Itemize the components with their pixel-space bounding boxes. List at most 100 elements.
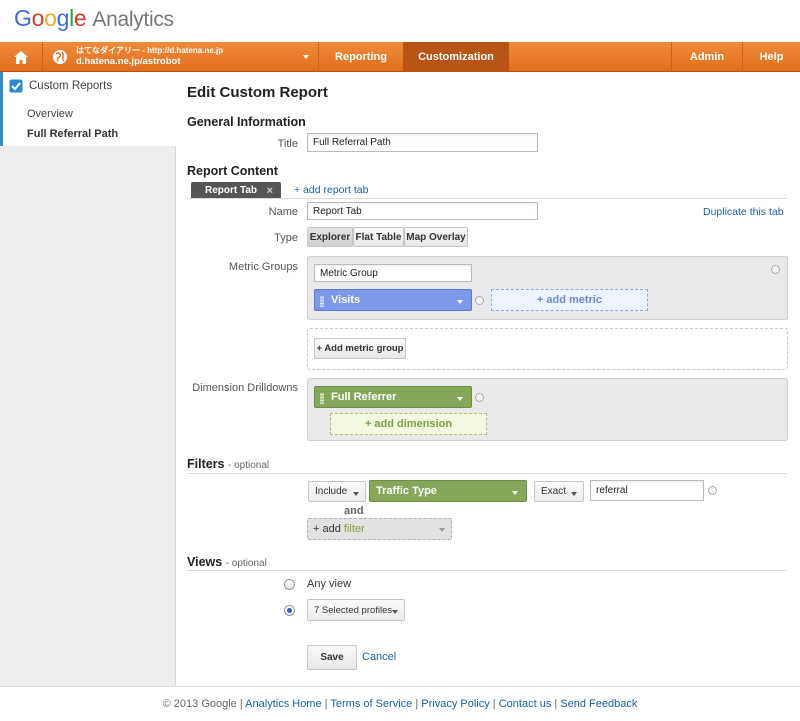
filter-dimension-chip[interactable]: Traffic Type — [369, 480, 527, 502]
footer-link-contact[interactable]: Contact us — [499, 698, 552, 710]
chevron-down-icon[interactable] — [512, 491, 518, 495]
drag-handle-icon[interactable] — [320, 393, 324, 404]
sidebar-item-full-referral-path[interactable]: Full Referral Path — [27, 128, 118, 140]
section-heading-general: General Information — [187, 115, 306, 129]
remove-metric-group-icon[interactable] — [771, 265, 780, 274]
metric-chip-visits[interactable]: Visits — [314, 289, 472, 311]
name-label: Name — [268, 206, 298, 218]
add-filter-prefix: + add — [313, 523, 344, 535]
save-button[interactable]: Save — [307, 645, 357, 670]
type-flat-table-button[interactable]: Flat Table — [353, 227, 404, 247]
chevron-down-icon — [439, 528, 445, 532]
dimension-chip-full-referrer[interactable]: Full Referrer — [314, 386, 472, 408]
views-title: Views — [187, 555, 223, 569]
logo-product-name: Analytics — [92, 8, 174, 31]
home-button[interactable] — [0, 42, 42, 72]
logo-letter: g — [56, 5, 70, 31]
dimension-drilldowns-label: Dimension Drilldowns — [192, 382, 298, 394]
remove-filter-icon[interactable] — [708, 486, 717, 495]
logo-letter: o — [44, 5, 57, 31]
filter-and-label: and — [344, 505, 364, 517]
metric-group-name-input[interactable]: Metric Group — [314, 264, 472, 282]
filter-value-input[interactable]: referral — [590, 480, 704, 501]
type-label: Type — [274, 232, 298, 244]
logo-letter: e — [73, 5, 87, 31]
globe-icon — [53, 50, 67, 64]
sidebar-section-custom-reports: Custom Reports Overview Full Referral Pa… — [0, 72, 176, 146]
account-property-name: はてなダイアリー - http://d.hatena.ne.jp — [76, 46, 224, 55]
sidebar-item-overview[interactable]: Overview — [27, 108, 73, 120]
footer-separator: | — [489, 698, 499, 710]
cancel-link[interactable]: Cancel — [362, 651, 396, 663]
footer-link-terms[interactable]: Terms of Service — [330, 698, 412, 710]
footer-link-analytics-home[interactable]: Analytics Home — [245, 698, 321, 710]
footer-copyright: © 2013 Google — [162, 698, 237, 710]
tab-help[interactable]: Help — [743, 42, 800, 72]
sidebar-title[interactable]: Custom Reports — [29, 80, 112, 92]
add-dimension-button[interactable]: + add dimension — [330, 413, 487, 435]
chevron-down-icon[interactable] — [303, 55, 309, 59]
metric-groups-label: Metric Groups — [228, 261, 298, 273]
filter-dimension-label: Traffic Type — [376, 485, 437, 497]
tab-reporting[interactable]: Reporting — [319, 42, 403, 72]
filter-include-select[interactable]: Include — [308, 481, 366, 502]
account-selector[interactable]: はてなダイアリー - http://d.hatena.ne.jp d.haten… — [76, 45, 223, 67]
divider — [187, 198, 787, 199]
footer-separator: | — [236, 698, 246, 710]
profiles-select-value: 7 Selected profiles — [314, 604, 393, 616]
type-map-overlay-button[interactable]: Map Overlay — [404, 227, 468, 247]
home-icon — [14, 50, 28, 64]
add-filter-word: filter — [343, 523, 365, 535]
title-input[interactable]: Full Referral Path — [307, 133, 538, 152]
footer-link-feedback[interactable]: Send Feedback — [560, 698, 637, 710]
footer-separator: | — [551, 698, 561, 710]
drag-handle-icon[interactable] — [320, 296, 324, 307]
any-view-label: Any view — [307, 578, 352, 590]
logo-letter: G — [14, 5, 32, 31]
section-heading-filters: Filters - optional — [187, 457, 269, 471]
footer: © 2013 Google | Analytics Home | Terms o… — [0, 686, 800, 721]
metric-chip-label: Visits — [331, 294, 361, 306]
custom-reports-icon — [9, 79, 23, 93]
filter-match-value: Exact — [541, 486, 567, 497]
add-filter-button[interactable]: + add filter — [307, 518, 452, 540]
remove-metric-icon[interactable] — [475, 296, 484, 305]
chevron-down-icon[interactable] — [457, 300, 463, 304]
title-label: Title — [277, 138, 298, 150]
tab-customization[interactable]: Customization — [403, 42, 509, 72]
type-explorer-button[interactable]: Explorer — [307, 227, 353, 247]
tab-admin[interactable]: Admin — [672, 42, 742, 72]
dimension-chip-label: Full Referrer — [331, 391, 397, 403]
selected-profiles-radio[interactable] — [284, 605, 295, 616]
footer-separator: | — [412, 698, 422, 710]
chevron-down-icon — [392, 610, 398, 614]
any-view-radio[interactable] — [284, 579, 295, 590]
close-icon[interactable]: × — [267, 185, 273, 197]
nav-divider — [42, 42, 43, 72]
divider — [187, 473, 787, 474]
add-metric-group-button[interactable]: + Add metric group — [314, 338, 406, 359]
sidebar: Custom Reports Overview Full Referral Pa… — [0, 72, 176, 686]
google-analytics-logo[interactable]: Google Analytics — [14, 5, 174, 32]
report-tab-label: Report Tab — [205, 184, 258, 196]
duplicate-tab-link[interactable]: Duplicate this tab — [703, 206, 784, 218]
page-title: Edit Custom Report — [187, 84, 328, 101]
remove-dimension-icon[interactable] — [475, 393, 484, 402]
filter-match-select[interactable]: Exact — [534, 481, 584, 502]
optional-note: - optional — [228, 460, 270, 471]
account-profile-name: d.hatena.ne.jp/astrobot — [76, 56, 181, 67]
section-heading-views: Views - optional — [187, 555, 267, 569]
add-report-tab-link[interactable]: + add report tab — [294, 184, 368, 196]
optional-note: - optional — [225, 558, 267, 569]
filter-include-value: Include — [315, 486, 348, 497]
chevron-down-icon[interactable] — [457, 397, 463, 401]
top-nav-bar: はてなダイアリー - http://d.hatena.ne.jp d.haten… — [0, 42, 800, 72]
section-heading-report-content: Report Content — [187, 164, 278, 178]
logo-letter: o — [31, 5, 45, 31]
add-metric-button[interactable]: + add metric — [491, 289, 648, 311]
report-tab[interactable]: Report Tab × — [191, 182, 281, 198]
footer-link-privacy[interactable]: Privacy Policy — [421, 698, 489, 710]
profiles-select[interactable]: 7 Selected profiles — [307, 599, 405, 621]
chevron-down-icon — [571, 492, 577, 496]
tab-name-input[interactable]: Report Tab — [307, 202, 538, 220]
